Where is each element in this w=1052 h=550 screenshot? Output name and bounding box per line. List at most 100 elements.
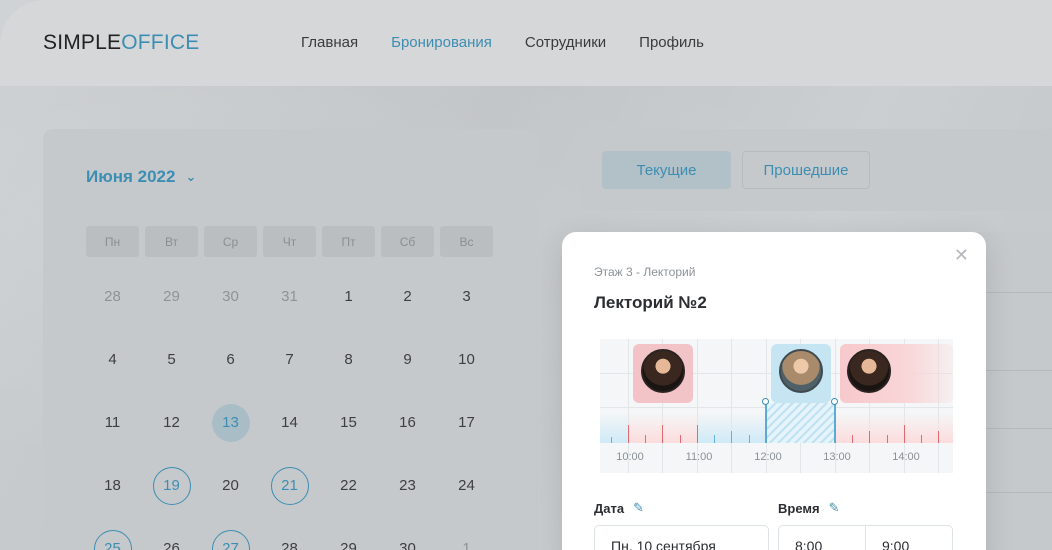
time-from-field[interactable]: 8:00 xyxy=(778,525,866,550)
calendar-day[interactable]: 18 xyxy=(86,467,139,504)
calendar-day[interactable]: 1 xyxy=(440,530,493,550)
list-divider xyxy=(980,292,1052,293)
close-icon[interactable]: ✕ xyxy=(954,245,969,266)
calendar-day[interactable]: 30 xyxy=(381,530,434,550)
tick xyxy=(749,435,750,443)
avatar[interactable] xyxy=(779,349,823,393)
day-highlight xyxy=(330,467,368,505)
tick xyxy=(887,435,888,443)
occupancy-bars xyxy=(600,403,953,443)
range-end-dot[interactable] xyxy=(831,398,838,405)
day-highlight xyxy=(94,341,132,379)
calendar-day[interactable]: 11 xyxy=(86,404,139,441)
calendar-day[interactable]: 6 xyxy=(204,341,257,378)
bookings-tabs-panel: Текущие Прошедшие xyxy=(580,129,1052,211)
tab-past[interactable]: Прошедшие xyxy=(742,151,870,189)
weekday-wed: Ср xyxy=(204,226,257,257)
grid-line xyxy=(731,339,732,473)
calendar-day[interactable]: 3 xyxy=(440,278,493,315)
day-highlight xyxy=(448,341,486,379)
calendar-day[interactable]: 12 xyxy=(145,404,198,441)
range-end-handle[interactable] xyxy=(834,403,836,443)
logo-accent: OFFICE xyxy=(121,31,200,54)
tab-current[interactable]: Текущие xyxy=(602,151,731,189)
tick xyxy=(869,431,870,443)
top-header: SIMPLEOFFICE Главная Бронирования Сотруд… xyxy=(0,0,1052,86)
calendar-day[interactable]: 28 xyxy=(86,278,139,315)
calendar-day[interactable]: 9 xyxy=(381,341,434,378)
avatar[interactable] xyxy=(847,349,891,393)
day-number: 25 xyxy=(104,540,121,550)
calendar-day[interactable]: 30 xyxy=(204,278,257,315)
day-highlight xyxy=(271,530,309,550)
range-start-dot[interactable] xyxy=(762,398,769,405)
tick xyxy=(714,435,715,443)
nav-item-home[interactable]: Главная xyxy=(301,34,358,51)
calendar-day[interactable]: 5 xyxy=(145,341,198,378)
calendar-day[interactable]: 22 xyxy=(322,467,375,504)
day-highlight xyxy=(389,278,427,316)
calendar-day[interactable]: 8 xyxy=(322,341,375,378)
timeline-label: 10:00 xyxy=(616,451,644,463)
time-to-field[interactable]: 9:00 xyxy=(865,525,953,550)
calendar-day[interactable]: 31 xyxy=(263,278,316,315)
range-start-handle[interactable] xyxy=(765,403,767,443)
pencil-icon[interactable]: ✎ xyxy=(633,500,644,516)
day-highlight xyxy=(330,404,368,442)
calendar-day[interactable]: 15 xyxy=(322,404,375,441)
weekday-header: Пн Вт Ср Чт Пт Сб Вс xyxy=(86,226,493,257)
calendar-day[interactable]: 28 xyxy=(263,530,316,550)
day-highlight xyxy=(448,404,486,442)
calendar-day[interactable]: 7 xyxy=(263,341,316,378)
tick xyxy=(645,435,646,443)
calendar-day[interactable]: 27 xyxy=(204,529,257,550)
day-highlight xyxy=(389,404,427,442)
calendar-day[interactable]: 4 xyxy=(86,341,139,378)
time-label-text: Время xyxy=(778,500,820,516)
tick xyxy=(921,435,922,443)
timeline-label: 12:00 xyxy=(754,451,782,463)
timeline[interactable]: 10:00 11:00 12:00 13:00 14:00 xyxy=(600,339,953,473)
day-highlight xyxy=(271,404,309,442)
tick xyxy=(938,431,939,443)
nav-item-employees[interactable]: Сотрудники xyxy=(525,34,606,51)
calendar-day[interactable]: 20 xyxy=(204,467,257,504)
day-highlight xyxy=(153,341,191,379)
nav-item-profile[interactable]: Профиль xyxy=(639,34,704,51)
free-zone xyxy=(698,413,766,443)
calendar-day[interactable]: 26 xyxy=(145,530,198,550)
day-highlight xyxy=(153,278,191,316)
calendar-day[interactable]: 21 xyxy=(263,466,316,505)
day-highlight xyxy=(389,467,427,505)
month-selector[interactable]: Июня 2022 ⌄ xyxy=(86,167,196,187)
time-label: Время ✎ xyxy=(778,500,840,516)
nav-item-bookings[interactable]: Бронирования xyxy=(391,34,492,51)
weekday-sun: Вс xyxy=(440,226,493,257)
weekday-sat: Сб xyxy=(381,226,434,257)
calendar-day[interactable]: 13 xyxy=(204,403,257,442)
calendar-day[interactable]: 1 xyxy=(322,278,375,315)
calendar-day[interactable]: 24 xyxy=(440,467,493,504)
calendar-panel: Июня 2022 ⌄ Пн Вт Ср Чт Пт Сб Вс 28 29 30 3… xyxy=(43,129,538,550)
breadcrumb: Этаж 3 - Лекторий xyxy=(594,265,696,279)
weekday-thu: Чт xyxy=(263,226,316,257)
date-field[interactable]: Пн, 10 сентября xyxy=(594,525,769,550)
calendar-day[interactable]: 14 xyxy=(263,404,316,441)
calendar-day[interactable]: 10 xyxy=(440,341,493,378)
calendar-day[interactable]: 19 xyxy=(145,466,198,505)
calendar-day[interactable]: 16 xyxy=(381,404,434,441)
calendar-day[interactable]: 29 xyxy=(145,278,198,315)
calendar-day[interactable]: 17 xyxy=(440,404,493,441)
calendar-day[interactable]: 29 xyxy=(322,530,375,550)
day-highlight xyxy=(330,530,368,550)
booking-modal: ✕ Этаж 3 - Лекторий Лекторий №2 10:00 11… xyxy=(562,232,986,550)
date-label-text: Дата xyxy=(594,500,625,516)
date-label: Дата ✎ xyxy=(594,500,644,516)
logo[interactable]: SIMPLEOFFICE xyxy=(43,31,199,55)
avatar[interactable] xyxy=(641,349,685,393)
calendar-day[interactable]: 25 xyxy=(86,529,139,550)
calendar-day[interactable]: 23 xyxy=(381,467,434,504)
calendar-day[interactable]: 2 xyxy=(381,278,434,315)
free-zone xyxy=(600,413,628,443)
pencil-icon[interactable]: ✎ xyxy=(829,500,840,516)
